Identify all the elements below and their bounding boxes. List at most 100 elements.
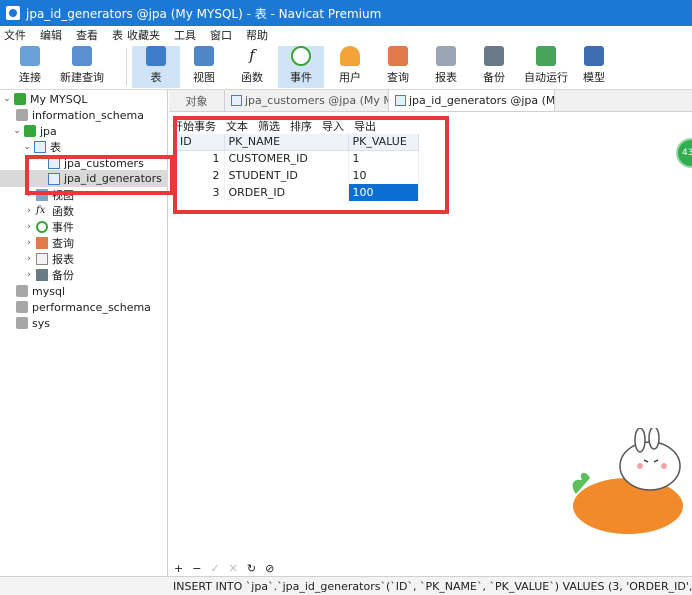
highlight-box-sidebar <box>25 155 174 195</box>
model-icon <box>584 46 604 66</box>
navicat-app-icon <box>6 6 20 20</box>
report-button[interactable]: 报表 <box>424 46 468 88</box>
view-button[interactable]: 视图 <box>182 46 226 88</box>
tree-db-information-schema[interactable]: information_schema <box>14 107 144 123</box>
tree-tables-group[interactable]: ⌄ 表 <box>22 139 61 155</box>
menu-tools[interactable]: 工具 <box>174 27 196 43</box>
stop-icon[interactable]: ⊘ <box>265 562 274 575</box>
connection-label: 连接 <box>19 71 41 84</box>
tab-strip: 对象 jpa_customers @jpa (My M... jpa_id_ge… <box>169 90 692 112</box>
menu-view[interactable]: 查看 <box>76 27 98 43</box>
database-icon <box>16 301 28 313</box>
discard-icon[interactable]: ✕ <box>229 562 238 575</box>
tree-connection[interactable]: ⌄ My MYSQL <box>2 91 87 107</box>
chevron-right-icon[interactable]: › <box>24 270 34 280</box>
tab-jpa-id-generators[interactable]: jpa_id_generators @jpa (My... <box>389 90 555 111</box>
db-label: information_schema <box>32 108 144 122</box>
chevron-down-icon[interactable]: ⌄ <box>12 126 22 136</box>
tree-db-mysql[interactable]: mysql <box>14 283 65 299</box>
user-button[interactable]: 用户 <box>328 46 372 88</box>
chevron-right-icon[interactable]: › <box>24 206 34 216</box>
sql-status-text: INSERT INTO `jpa`.`jpa_id_generators`(`I… <box>173 579 692 593</box>
clock-icon <box>291 46 311 66</box>
tab-customers-label: jpa_customers @jpa (My M... <box>245 94 389 107</box>
delete-record-icon[interactable]: − <box>192 562 201 575</box>
menu-edit[interactable]: 编辑 <box>40 27 62 43</box>
backup-label: 备份 <box>483 71 505 84</box>
chevron-down-icon[interactable]: ⌄ <box>2 94 12 104</box>
tab-generators-label: jpa_id_generators @jpa (My... <box>409 94 555 107</box>
title-bar: jpa_id_generators @jpa (My MYSQL) - 表 - … <box>0 0 692 26</box>
user-icon <box>340 46 360 66</box>
add-record-icon[interactable]: + <box>174 562 183 575</box>
tables-label: 表 <box>50 141 61 154</box>
db-label: sys <box>32 316 50 330</box>
backup-icon <box>36 269 48 281</box>
menu-help[interactable]: 帮助 <box>246 27 268 43</box>
queries-label: 查询 <box>52 237 74 250</box>
rabbit-carrot-mascot <box>572 428 683 534</box>
events-label: 事件 <box>52 221 74 234</box>
new-query-label: 新建查询 <box>60 71 104 84</box>
user-label: 用户 <box>339 71 361 84</box>
tree-db-performance-schema[interactable]: performance_schema <box>14 299 151 315</box>
function-button[interactable]: f 函数 <box>230 46 274 88</box>
menu-table[interactable]: 表 <box>112 27 123 43</box>
menu-file[interactable]: 文件 <box>4 27 26 43</box>
tree-queries[interactable]: › 查询 <box>24 235 74 251</box>
db-label: performance_schema <box>32 300 151 314</box>
rabbit-ear <box>634 428 646 453</box>
table-button[interactable]: 表 <box>132 46 180 88</box>
database-icon <box>24 125 36 137</box>
database-icon <box>16 317 28 329</box>
db-label: mysql <box>32 284 65 298</box>
tab-jpa-customers[interactable]: jpa_customers @jpa (My M... <box>225 90 389 111</box>
chevron-right-icon[interactable]: › <box>24 254 34 264</box>
rabbit-cheek <box>661 463 667 469</box>
speed-badge[interactable]: 43 <box>676 138 692 168</box>
status-bar: INSERT INTO `jpa`.`jpa_id_generators`(`I… <box>0 576 692 595</box>
tree-events[interactable]: › 事件 <box>24 219 74 235</box>
chevron-down-icon[interactable]: ⌄ <box>22 142 32 152</box>
main-toolbar: 连接 新建查询 表 视图 f 函数 事件 用户 查询 报表 备份 自动运行 模型 <box>0 44 692 90</box>
backup-icon <box>484 46 504 66</box>
automation-icon <box>536 46 556 66</box>
menu-window[interactable]: 窗口 <box>210 27 232 43</box>
function-icon: f <box>249 46 255 64</box>
apply-icon[interactable]: ✓ <box>210 562 219 575</box>
tab-objects-label: 对象 <box>185 94 208 108</box>
rabbit-head <box>619 441 681 491</box>
menu-favorites[interactable]: 收藏夹 <box>127 27 160 43</box>
new-query-button[interactable]: 新建查询 <box>56 46 108 88</box>
function-icon: fx <box>36 205 46 216</box>
database-icon <box>16 285 28 297</box>
query-button[interactable]: 查询 <box>376 46 420 88</box>
automation-button[interactable]: 自动运行 <box>520 46 572 88</box>
tree-functions[interactable]: › fx 函数 <box>24 203 74 219</box>
tree-db-jpa[interactable]: ⌄ jpa <box>12 123 57 139</box>
table-icon <box>231 95 242 106</box>
tree-reports[interactable]: › 报表 <box>24 251 74 267</box>
report-icon <box>36 253 48 265</box>
report-label: 报表 <box>435 71 457 84</box>
automation-label: 自动运行 <box>524 71 568 84</box>
backups-label: 备份 <box>52 269 74 282</box>
refresh-icon[interactable]: ↻ <box>247 562 256 575</box>
tree-backups[interactable]: › 备份 <box>24 267 74 283</box>
backup-button[interactable]: 备份 <box>472 46 516 88</box>
model-button[interactable]: 模型 <box>574 46 614 88</box>
functions-label: 函数 <box>52 205 74 218</box>
badge-value: 43 <box>682 148 692 158</box>
menu-bar: 文件 编辑 查看 表 收藏夹 工具 窗口 帮助 <box>0 26 692 44</box>
tree-db-sys[interactable]: sys <box>14 315 50 331</box>
record-edit-bar: + − ✓ ✕ ↻ ⊘ <box>169 560 692 576</box>
view-icon <box>194 46 214 66</box>
connection-button[interactable]: 连接 <box>12 46 48 88</box>
view-label: 视图 <box>193 71 215 84</box>
tab-objects[interactable]: 对象 <box>169 90 225 111</box>
db-label: jpa <box>40 124 57 138</box>
event-button[interactable]: 事件 <box>278 46 324 88</box>
chevron-right-icon[interactable]: › <box>24 238 34 248</box>
chevron-right-icon[interactable]: › <box>24 222 34 232</box>
query-icon <box>388 46 408 66</box>
